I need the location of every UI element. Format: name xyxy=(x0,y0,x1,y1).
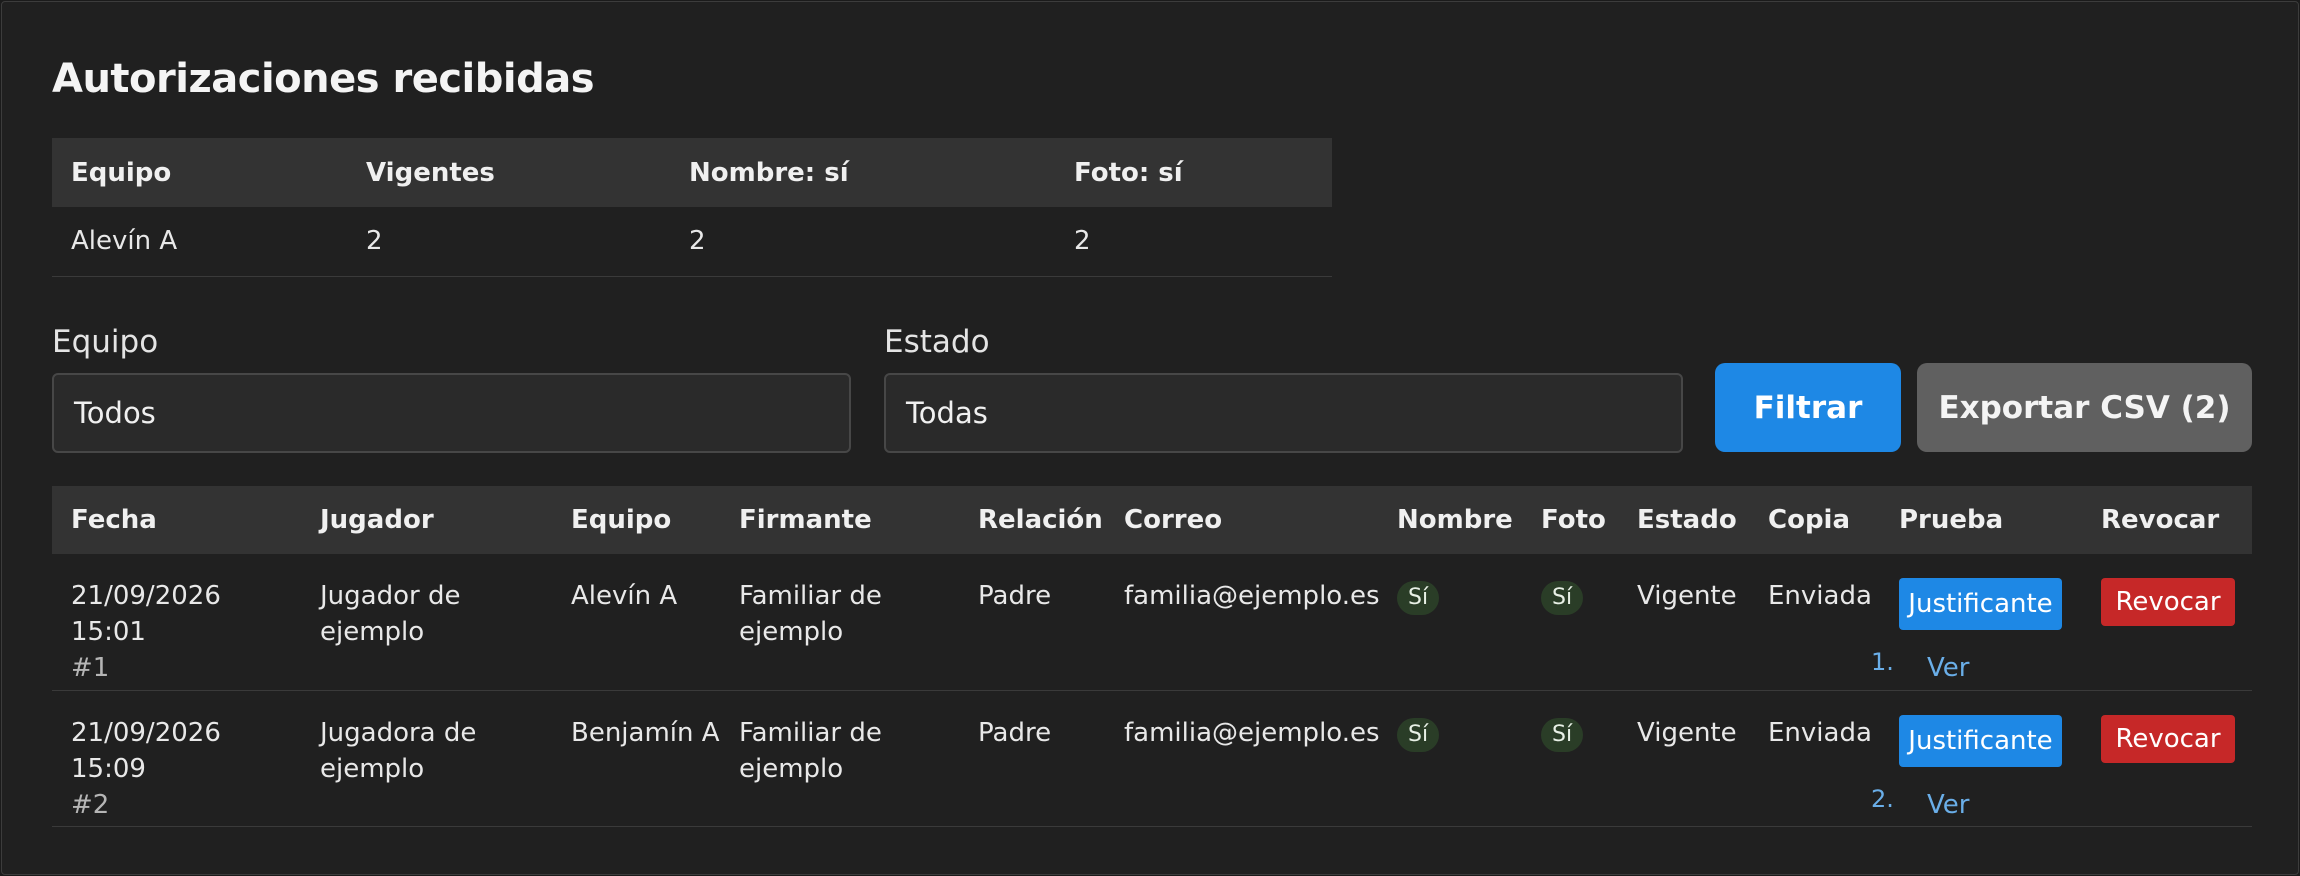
summary-header-row: Equipo Vigentes Nombre: sí Foto: sí xyxy=(52,138,1332,207)
proof-list: 1. Ver xyxy=(1871,644,2082,686)
estado-filter-label: Estado xyxy=(884,324,990,360)
summary-header-vigentes: Vigentes xyxy=(347,138,670,207)
table-row: 21/09/2026 15:01 #1 Jugador de ejemplo A… xyxy=(52,554,2252,691)
cell-fecha: 21/09/2026 15:09 #2 xyxy=(52,690,301,827)
foto-badge: Sí xyxy=(1541,717,1584,752)
cell-jugador: Jugadora de ejemplo xyxy=(301,690,552,827)
summary-cell-equipo: Alevín A xyxy=(52,207,347,277)
equipo-select-value: Todos xyxy=(74,396,156,430)
cell-firmante: Familiar de ejemplo xyxy=(720,554,959,691)
header-foto: Foto xyxy=(1522,486,1618,554)
header-nombre: Nombre xyxy=(1378,486,1522,554)
cell-prueba: Justificante 2. Ver xyxy=(1871,690,2082,827)
cell-relacion: Padre xyxy=(959,554,1105,691)
fecha-text: 21/09/2026 15:01 xyxy=(71,581,221,647)
summary-cell-foto: 2 xyxy=(1055,207,1332,277)
equipo-filter-label: Equipo xyxy=(52,324,159,360)
cell-equipo: Benjamín A xyxy=(552,690,720,827)
summary-table: Equipo Vigentes Nombre: sí Foto: sí Alev… xyxy=(52,138,1332,277)
table-header-row: Fecha Jugador Equipo Firmante Relación C… xyxy=(52,486,2252,554)
page-frame: Autorizaciones recibidas Equipo Vigentes… xyxy=(1,1,2299,875)
summary-header-equipo: Equipo xyxy=(52,138,347,207)
cell-revocar: Revocar xyxy=(2082,690,2252,827)
proof-number: 1. xyxy=(1871,648,1894,676)
cell-foto: Sí xyxy=(1522,690,1618,827)
estado-select[interactable]: Todas xyxy=(884,373,1683,453)
cell-correo: familia@ejemplo.es xyxy=(1105,690,1380,827)
table-row: 21/09/2026 15:09 #2 Jugadora de ejemplo … xyxy=(52,690,2252,827)
cell-copia: Enviada xyxy=(1749,554,1880,691)
filter-button[interactable]: Filtrar xyxy=(1715,363,1901,452)
header-firmante: Firmante xyxy=(720,486,959,554)
summary-cell-nombre: 2 xyxy=(670,207,1055,277)
cell-fecha: 21/09/2026 15:01 #1 xyxy=(52,554,301,691)
justificante-button[interactable]: Justificante xyxy=(1899,578,2062,630)
header-estado: Estado xyxy=(1618,486,1749,554)
revocar-button[interactable]: Revocar xyxy=(2101,578,2235,626)
row-id: #2 xyxy=(71,789,110,820)
cell-jugador: Jugador de ejemplo xyxy=(301,554,552,691)
cell-relacion: Padre xyxy=(959,690,1105,827)
summary-header-foto: Foto: sí xyxy=(1055,138,1332,207)
header-fecha: Fecha xyxy=(52,486,301,554)
header-correo: Correo xyxy=(1105,486,1378,554)
revocar-button[interactable]: Revocar xyxy=(2101,714,2235,763)
cell-correo: familia@ejemplo.es xyxy=(1105,554,1380,691)
header-revocar: Revocar xyxy=(2082,486,2252,554)
cell-equipo: Alevín A xyxy=(552,554,720,691)
proof-number: 2. xyxy=(1871,784,1894,813)
cell-revocar: Revocar xyxy=(2082,554,2252,691)
header-equipo: Equipo xyxy=(552,486,720,554)
foto-badge: Sí xyxy=(1541,581,1584,615)
cell-foto: Sí xyxy=(1522,554,1618,691)
cell-firmante: Familiar de ejemplo xyxy=(720,690,959,827)
summary-cell-vigentes: 2 xyxy=(347,207,670,277)
row-id: #1 xyxy=(71,653,110,683)
cell-nombre: Sí xyxy=(1378,690,1522,827)
justificante-button[interactable]: Justificante xyxy=(1899,714,2062,767)
cell-estado: Vigente xyxy=(1618,554,1749,691)
page-title: Autorizaciones recibidas xyxy=(52,56,595,102)
authorizations-table: Fecha Jugador Equipo Firmante Relación C… xyxy=(52,486,2252,827)
summary-row: Alevín A 2 2 2 xyxy=(52,207,1332,277)
header-prueba: Prueba xyxy=(1880,486,2082,554)
header-jugador: Jugador xyxy=(301,486,552,554)
cell-copia: Enviada xyxy=(1749,690,1880,827)
export-csv-button[interactable]: Exportar CSV (2) xyxy=(1917,363,2252,452)
nombre-badge: Sí xyxy=(1397,581,1440,615)
cell-nombre: Sí xyxy=(1378,554,1522,691)
cell-estado: Vigente xyxy=(1618,690,1749,827)
estado-select-value: Todas xyxy=(906,396,988,430)
fecha-text: 21/09/2026 15:09 xyxy=(71,717,221,784)
cell-prueba: Justificante 1. Ver xyxy=(1871,554,2082,691)
equipo-select[interactable]: Todos xyxy=(52,373,851,453)
nombre-badge: Sí xyxy=(1397,717,1440,752)
proof-list: 2. Ver xyxy=(1871,781,2082,823)
header-relacion: Relación xyxy=(959,486,1105,554)
summary-header-nombre: Nombre: sí xyxy=(670,138,1055,207)
proof-view-link[interactable]: Ver xyxy=(1927,787,1969,823)
proof-view-link[interactable]: Ver xyxy=(1927,650,1969,686)
header-copia: Copia xyxy=(1749,486,1880,554)
